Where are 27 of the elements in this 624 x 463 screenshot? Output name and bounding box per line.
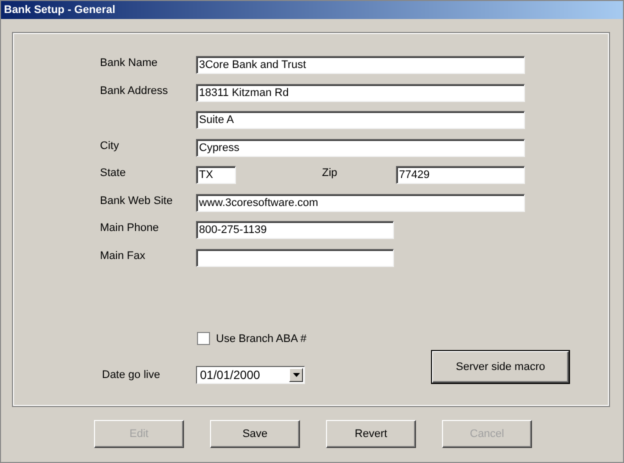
- server-side-macro-button[interactable]: Server side macro: [432, 351, 569, 383]
- field-label: Bank Address: [100, 84, 169, 96]
- dialog-button[interactable]: Revert: [326, 420, 416, 448]
- date-dropdown[interactable]: 01/01/2000: [196, 366, 305, 384]
- field-label: State: [100, 166, 127, 179]
- input-field[interactable]: 18311 Kitzman Rd: [196, 84, 525, 102]
- input-field[interactable]: www.3coresoftware.com: [196, 194, 525, 212]
- input-field[interactable]: 77429: [396, 166, 525, 184]
- checkbox-label: Use Branch ABA #: [216, 332, 306, 344]
- field-label: Main Phone: [100, 221, 160, 234]
- input-field[interactable]: TX: [196, 166, 236, 184]
- checkbox[interactable]: [197, 332, 210, 345]
- input-field[interactable]: Suite A: [196, 111, 525, 129]
- window-title: Bank Setup - General: [1, 1, 623, 19]
- field-label: Main Fax: [100, 248, 146, 262]
- input-field[interactable]: 3Core Bank and Trust: [196, 56, 525, 74]
- field-label: City: [100, 138, 120, 152]
- input-field[interactable]: Cypress: [196, 138, 525, 156]
- field-label: Date go live: [101, 369, 162, 381]
- field-label: Zip: [322, 166, 338, 179]
- field-label: Bank Web Site: [100, 194, 174, 206]
- date-value: 01/01/2000: [200, 368, 260, 382]
- field-label: Bank Name: [100, 56, 158, 69]
- use-branch-aba-checkbox[interactable]: Use Branch ABA #: [197, 332, 306, 345]
- input-field[interactable]: 800-275-1139: [196, 221, 394, 239]
- dialog-button[interactable]: Save: [210, 420, 300, 448]
- input-field[interactable]: [196, 248, 394, 266]
